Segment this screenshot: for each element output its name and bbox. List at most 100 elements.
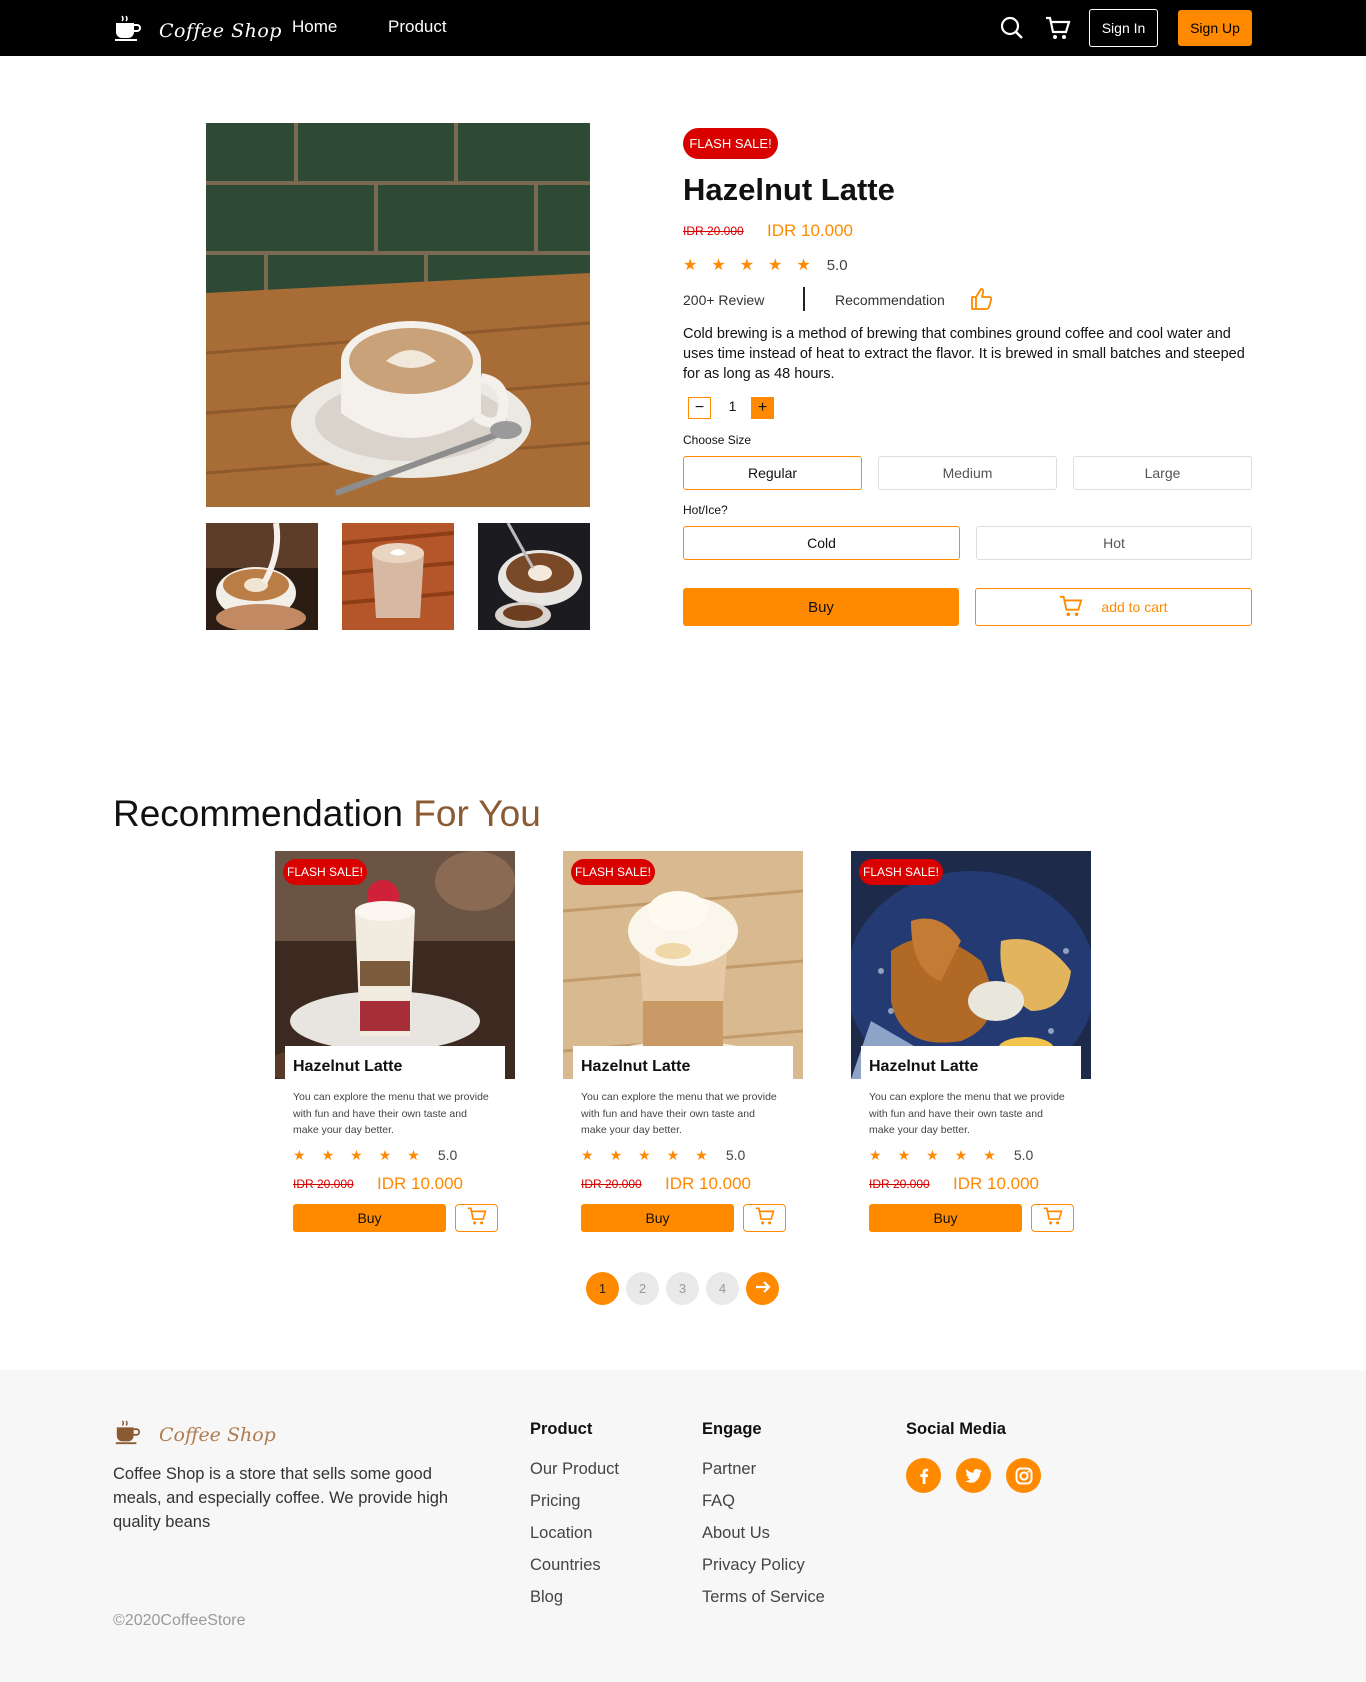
buy-button[interactable]: Buy	[293, 1204, 446, 1232]
footer-link-terms[interactable]: Terms of Service	[702, 1588, 825, 1607]
star-icon: ★	[378, 1147, 392, 1163]
facebook-icon[interactable]	[906, 1458, 941, 1493]
star-icon: ★	[350, 1147, 363, 1163]
add-to-cart-label: add to cart	[1101, 599, 1168, 615]
footer-link-countries[interactable]: Countries	[530, 1556, 601, 1575]
rating-value: 5.0	[1013, 1147, 1034, 1163]
temp-option-hot[interactable]: Hot	[976, 526, 1252, 560]
search-icon[interactable]	[1000, 16, 1024, 45]
size-option-large[interactable]: Large	[1073, 456, 1252, 490]
card-title-box: Hazelnut Latte	[573, 1046, 793, 1086]
brand-name: Coffee Shop	[159, 19, 282, 42]
footer-brand-logo[interactable]: Coffee Shop	[113, 1418, 276, 1451]
product-card[interactable]: FLASH SALE! Hazelnut Latte You can explo…	[851, 851, 1091, 1241]
sale-price: IDR 10.000	[665, 1174, 751, 1193]
star-icon: ★	[869, 1147, 882, 1163]
footer-link-blog[interactable]: Blog	[530, 1588, 563, 1607]
product-thumbnail[interactable]	[342, 523, 454, 630]
cart-icon[interactable]	[1045, 15, 1071, 46]
cart-icon	[1059, 594, 1083, 621]
footer-link-about-us[interactable]: About Us	[702, 1524, 770, 1543]
size-option-regular[interactable]: Regular	[683, 456, 862, 490]
star-icon: ★	[739, 256, 755, 274]
card-description: You can explore the menu that we provide…	[293, 1091, 489, 1136]
cart-icon	[1043, 1206, 1063, 1231]
footer-link-privacy-policy[interactable]: Privacy Policy	[702, 1556, 805, 1575]
product-thumbnail[interactable]	[478, 523, 590, 630]
footer-link-faq[interactable]: FAQ	[702, 1492, 735, 1511]
product-card-image	[275, 851, 515, 1079]
product-card[interactable]: FLASH SALE! Hazelnut Latte You can explo…	[563, 851, 803, 1241]
star-icon: ★	[666, 1147, 680, 1163]
signin-button[interactable]: Sign In	[1089, 9, 1158, 47]
buy-button[interactable]: Buy	[869, 1204, 1022, 1232]
add-to-cart-button[interactable]	[1031, 1204, 1074, 1232]
star-icon: ★	[321, 1147, 335, 1163]
thumbs-up-icon[interactable]	[970, 287, 994, 316]
buy-button[interactable]: Buy	[581, 1204, 734, 1232]
card-title: Hazelnut Latte	[293, 1058, 403, 1075]
quantity-value[interactable]: 1	[720, 398, 745, 414]
star-icon: ★	[983, 1147, 996, 1163]
add-to-cart-button[interactable]	[743, 1204, 786, 1232]
product-card[interactable]: FLASH SALE! Hazelnut Latte You can explo…	[275, 851, 515, 1241]
buy-button[interactable]: Buy	[683, 588, 959, 626]
page-4-button[interactable]: 4	[706, 1272, 739, 1305]
size-option-medium[interactable]: Medium	[878, 456, 1057, 490]
size-label: Choose Size	[683, 433, 752, 447]
nav-product[interactable]: Product	[388, 17, 447, 37]
flash-sale-badge: FLASH SALE!	[571, 859, 655, 885]
footer-link-location[interactable]: Location	[530, 1524, 592, 1543]
flash-sale-badge: FLASH SALE!	[283, 859, 367, 885]
review-count[interactable]: 200+ Review	[683, 292, 764, 308]
footer-social-heading: Social Media	[906, 1420, 1006, 1438]
product-main-image	[206, 123, 590, 507]
footer-engage-heading: Engage	[702, 1420, 762, 1438]
product-card-image	[851, 851, 1091, 1079]
card-description: You can explore the menu that we provide…	[581, 1091, 777, 1136]
nav-home[interactable]: Home	[292, 17, 337, 37]
twitter-icon[interactable]	[956, 1458, 991, 1493]
product-card-image	[563, 851, 803, 1079]
old-price: IDR 20.000	[683, 224, 744, 238]
footer-link-our-product[interactable]: Our Product	[530, 1460, 619, 1479]
rating-value: 5.0	[826, 257, 848, 274]
star-icon: ★	[695, 1147, 708, 1163]
add-to-cart-button[interactable]: add to cart	[975, 588, 1252, 626]
page-1-button[interactable]: 1	[586, 1272, 619, 1305]
signup-button[interactable]: Sign Up	[1178, 10, 1252, 46]
recommendation-label: Recommendation	[835, 292, 945, 308]
add-to-cart-button[interactable]	[455, 1204, 498, 1232]
rating-stars: ★ ★ ★ ★ ★ 5.0	[581, 1147, 745, 1163]
star-icon: ★	[683, 256, 698, 274]
footer-link-partner[interactable]: Partner	[702, 1460, 756, 1479]
temp-option-cold[interactable]: Cold	[683, 526, 960, 560]
star-icon: ★	[638, 1147, 651, 1163]
card-title-box: Hazelnut Latte	[285, 1046, 505, 1086]
star-icon: ★	[293, 1147, 306, 1163]
instagram-icon[interactable]	[1006, 1458, 1041, 1493]
product-thumbnail[interactable]	[206, 523, 318, 630]
quantity-decrease-button[interactable]: −	[688, 397, 711, 419]
brand-logo[interactable]: Coffee Shop	[113, 13, 282, 48]
quantity-increase-button[interactable]: +	[751, 397, 774, 419]
footer: Coffee Shop Coffee Shop is a store that …	[0, 1370, 1366, 1682]
product-description: Cold brewing is a method of brewing that…	[683, 326, 1245, 382]
sale-price: IDR 10.000	[953, 1174, 1039, 1193]
star-icon: ★	[711, 256, 726, 274]
star-icon: ★	[796, 256, 811, 274]
top-navbar: Coffee Shop Home Product Sign In Sign Up	[0, 0, 1366, 56]
recommendation-heading-main: Recommendation	[113, 793, 403, 834]
footer-link-pricing[interactable]: Pricing	[530, 1492, 580, 1511]
footer-about: Coffee Shop is a store that sells some g…	[113, 1465, 449, 1531]
arrow-right-icon	[754, 1278, 772, 1299]
card-description: You can explore the menu that we provide…	[869, 1091, 1065, 1136]
page-2-button[interactable]: 2	[626, 1272, 659, 1305]
old-price: IDR 20.000	[581, 1177, 642, 1191]
page-3-button[interactable]: 3	[666, 1272, 699, 1305]
rating-stars: ★ ★ ★ ★ ★ 5.0	[293, 1147, 457, 1163]
flash-sale-badge: FLASH SALE!	[683, 128, 778, 159]
next-page-button[interactable]	[746, 1272, 779, 1305]
star-icon: ★	[581, 1147, 594, 1163]
card-title-box: Hazelnut Latte	[861, 1046, 1081, 1086]
